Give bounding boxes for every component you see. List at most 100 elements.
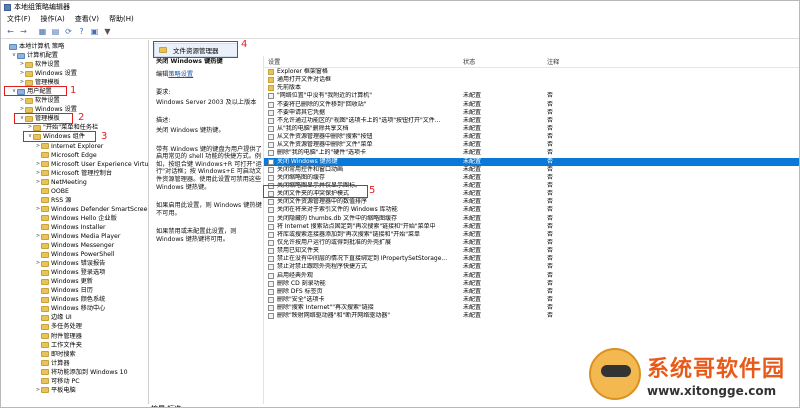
setting-row[interactable]: 关闭 Windows 键热键 未配置 否 <box>264 157 799 166</box>
refresh-icon[interactable]: ⟳ <box>63 26 74 37</box>
filter-icon[interactable]: ▼ <box>102 26 113 37</box>
setting-row[interactable]: 从"我的电脑"删除共享文档 未配置 否 <box>264 125 799 133</box>
tree-node-label: Windows 设置 <box>35 70 77 78</box>
setting-row[interactable]: 删除 CD 刻录功能 未配置 否 <box>264 280 799 288</box>
tree-node[interactable]: > Microsoft User Experience Virtu <box>1 160 148 169</box>
tree-node[interactable]: 工作文件夹 <box>1 341 148 350</box>
tree-node[interactable]: 可移动 PC <box>1 377 148 386</box>
policy-setting-icon <box>268 248 274 255</box>
tree-node[interactable]: > Windows Defender SmartScree <box>1 205 148 214</box>
tree-node[interactable]: Windows Installer <box>1 223 148 232</box>
edit-policy-link[interactable]: 策略设置 <box>168 71 193 78</box>
setting-row[interactable]: 关闭常用控件和窗口动画 未配置 否 <box>264 166 799 174</box>
tree-node[interactable]: 边缘 UI <box>1 313 148 322</box>
setting-row[interactable]: 不要将已删除的文件移到"回收站" 未配置 否 <box>264 101 799 109</box>
setting-row[interactable]: 通用打开文件对话框 <box>264 76 799 84</box>
tree-node[interactable]: 即时搜索 <box>1 350 148 359</box>
setting-row[interactable]: 先前版本 <box>264 84 799 92</box>
list-view-icon[interactable]: ▤ <box>50 26 61 37</box>
setting-row[interactable]: 删除"映射网络驱动器"和"断开网络驱动器" 未配置 否 <box>264 312 799 320</box>
properties-icon[interactable]: ▣ <box>89 26 100 37</box>
setting-name: 禁止在没有中间层的情况下直接绑定到 IPropertySetStorage... <box>277 255 448 263</box>
column-comment[interactable]: 注释 <box>544 57 604 66</box>
tree-node[interactable]: > Microsoft 管理控制台 <box>1 169 148 178</box>
policy-title: 关闭 Windows 键热键 <box>156 58 223 65</box>
tree-node-label: 多任务处理 <box>51 323 82 331</box>
watermark: 系统哥软件园 www.xitongge.com <box>585 341 799 407</box>
tree-node[interactable]: > Windows 设置 <box>1 69 148 78</box>
tree-node[interactable]: Microsoft Edge <box>1 151 148 160</box>
tree-node[interactable]: Windows 更新 <box>1 277 148 286</box>
tree-node[interactable]: > 软件设置 <box>1 60 148 69</box>
tree-node[interactable]: Windows 颜色系统 <box>1 295 148 304</box>
setting-name: 不允许通过功能区的"视图"选项卡上的"选项"按钮打开"文件... <box>277 116 441 124</box>
folder-icon <box>41 161 49 168</box>
setting-row[interactable]: 关闭隐藏的 thumbs.db 文件中的缩略图缓存 未配置 否 <box>264 215 799 223</box>
tree-node[interactable]: Windows 日历 <box>1 286 148 295</box>
tree-node[interactable]: > 软件设置 <box>1 96 148 105</box>
tree-node[interactable]: 本地计算机 策略 <box>1 42 148 51</box>
setting-row[interactable]: 仅允许按用户运行的或得到批准的外壳扩展 未配置 否 <box>264 239 799 247</box>
setting-row[interactable]: 不要申请其它凭据 未配置 否 <box>264 109 799 117</box>
tree-node[interactable]: RSS 源 <box>1 196 148 205</box>
setting-state: 未配置 <box>463 133 482 141</box>
setting-comment: 否 <box>547 255 554 263</box>
setting-row[interactable]: 禁止在没有中间层的情况下直接绑定到 IPropertySetStorage...… <box>264 255 799 263</box>
folder-icon <box>41 296 49 303</box>
menu-action[interactable]: 操作(A) <box>41 14 65 24</box>
folder-icon <box>268 85 274 92</box>
setting-name: 删除 DFS 标签页 <box>277 287 323 295</box>
tree-node[interactable]: Windows Hello 企业版 <box>1 214 148 223</box>
help-icon[interactable]: ? <box>76 26 87 37</box>
folder-icon <box>268 77 274 84</box>
tree-node[interactable]: 多任务处理 <box>1 322 148 331</box>
setting-row[interactable]: 删除 DFS 标签页 未配置 否 <box>264 287 799 296</box>
tree-node[interactable]: v 计算机配置 <box>1 51 148 60</box>
setting-name: 启用经典外观 <box>277 271 314 279</box>
menu-view[interactable]: 查看(V) <box>75 14 99 24</box>
column-state[interactable]: 状态 <box>460 57 544 66</box>
menu-file[interactable]: 文件(F) <box>7 14 31 24</box>
tree-node[interactable]: Windows PowerShell <box>1 250 148 259</box>
setting-row[interactable]: Explorer 框架窗格 <box>264 68 799 76</box>
setting-state: 未配置 <box>463 141 482 149</box>
setting-row[interactable]: 删除"搜索 Internet""再次搜索"链接 未配置 否 <box>264 304 799 312</box>
tree-node[interactable]: > NetMeeting <box>1 178 148 187</box>
show-hide-tree-icon[interactable]: ▦ <box>37 26 48 37</box>
tree-node-label: Windows Media Player <box>51 233 121 240</box>
tree-node-label: Microsoft User Experience Virtu <box>51 160 149 168</box>
tree-node[interactable]: OOBE <box>1 187 148 196</box>
forward-icon[interactable]: → <box>18 26 29 37</box>
setting-row[interactable]: 从文件资源管理器中删除"文件"菜单 未配置 否 <box>264 141 799 149</box>
back-icon[interactable]: ← <box>5 26 16 37</box>
tree-node[interactable]: 附件管理器 <box>1 332 148 341</box>
annotation-box-admin-templates <box>14 113 73 124</box>
setting-row[interactable]: 删除"我的电脑"上的"硬件"选项卡 未配置 否 <box>264 149 799 157</box>
setting-row[interactable]: 关闭文件资源管理器中的数值排序 未配置 否 <box>264 198 799 206</box>
tree-node[interactable]: 计算器 <box>1 359 148 368</box>
tree-node[interactable]: > Windows Media Player <box>1 232 148 241</box>
setting-row[interactable]: 禁用已知文件夹 未配置 否 <box>264 247 799 255</box>
tree-node-label: 软件设置 <box>35 97 60 105</box>
tree-node[interactable]: Windows Messenger <box>1 241 148 250</box>
setting-row[interactable]: 不允许通过功能区的"视图"选项卡上的"选项"按钮打开"文件... 未配置 否 <box>264 116 799 125</box>
setting-row[interactable]: 禁止对禁止跟踪外壳程序快捷方式 未配置 否 <box>264 263 799 271</box>
setting-row[interactable]: 从文件资源管理器中删除"搜索"按钮 未配置 否 <box>264 133 799 141</box>
tree-node[interactable]: Windows 移动中心 <box>1 304 148 313</box>
setting-row[interactable]: 启用经典外观 未配置 否 <box>264 271 799 280</box>
tree-node[interactable]: > Windows 错误报告 <box>1 259 148 268</box>
setting-row[interactable]: 将 Internet 搜索站点固定到"再次搜索"链接和"开始"菜单中 未配置 否 <box>264 223 799 231</box>
menu-help[interactable]: 帮助(H) <box>109 14 134 24</box>
tree-node[interactable]: > 平板电脑 <box>1 386 148 395</box>
setting-row[interactable]: 将库或搜索连接器添加到"再次搜索"链接和"开始"菜单 未配置 否 <box>264 231 799 239</box>
tree-node[interactable]: Windows 登录选项 <box>1 268 148 277</box>
setting-row[interactable]: 关闭在将来对于索引文件的 Windows 库功能 未配置 否 <box>264 206 799 214</box>
setting-row[interactable]: 关闭缩略图的缓存 未配置 否 <box>264 174 799 182</box>
setting-row[interactable]: 删除"安全"选项卡 未配置 否 <box>264 296 799 304</box>
tree-node[interactable]: > Internet Explorer <box>1 142 148 151</box>
setting-row[interactable]: "网络位置"中没有"我附近的计算机" 未配置 否 <box>264 92 799 100</box>
folder-icon <box>41 242 49 249</box>
column-setting[interactable]: 设置 <box>264 57 460 66</box>
tree-node[interactable]: 将功能添加到 Windows 10 <box>1 368 148 377</box>
policy-setting-icon <box>268 101 274 108</box>
